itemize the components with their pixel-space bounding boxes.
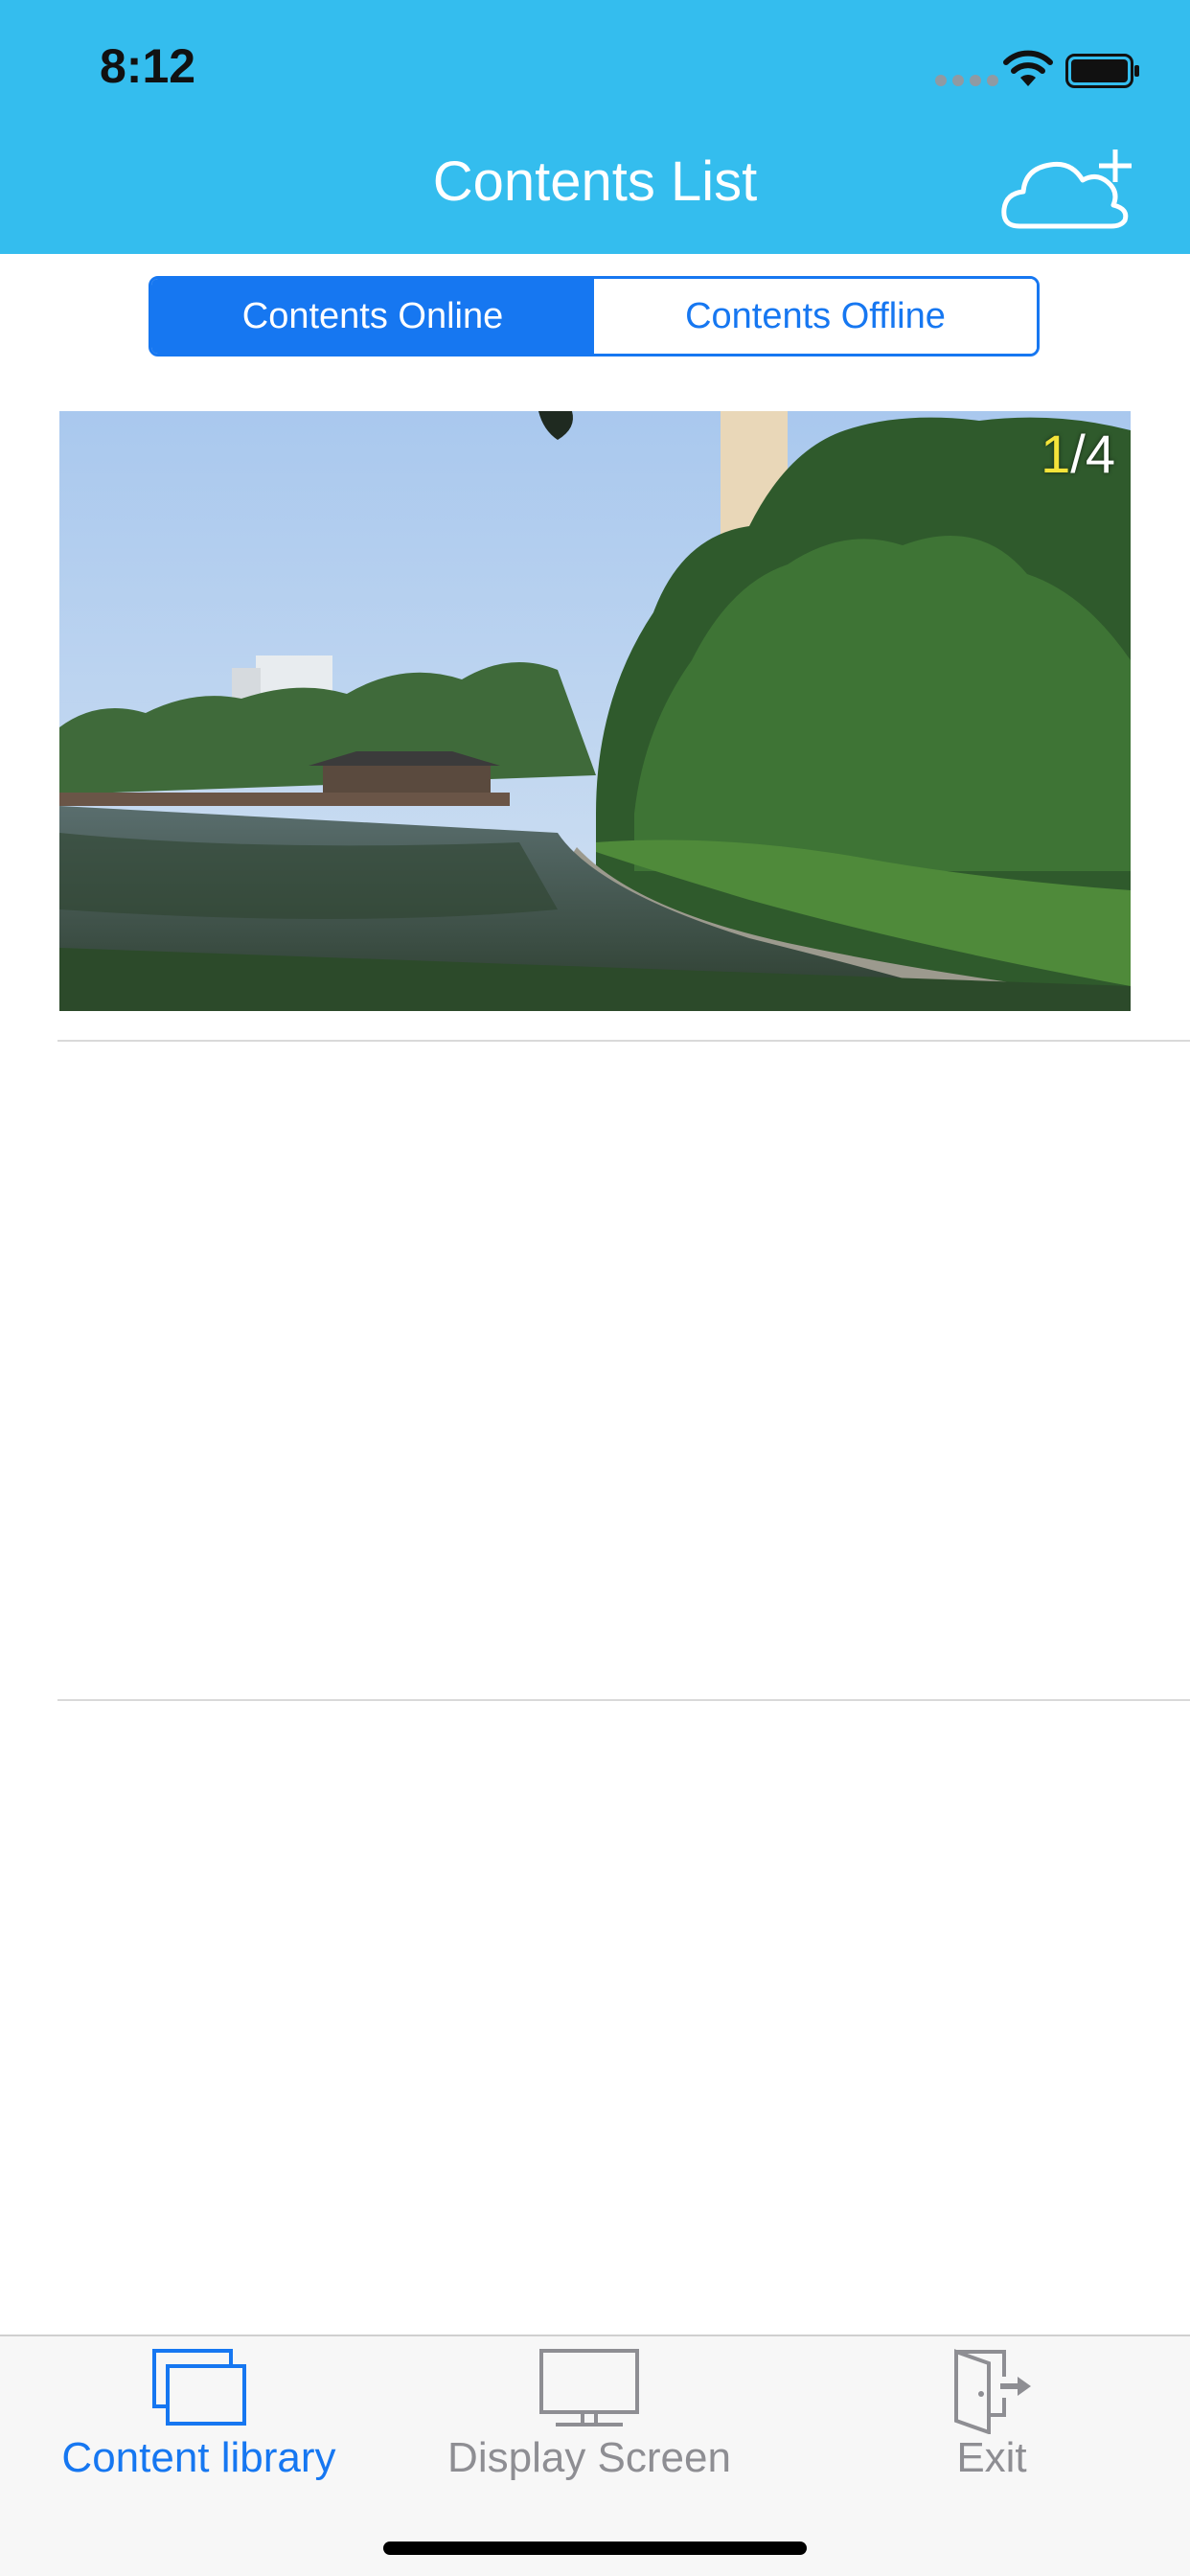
empty-content-row [0,1042,1190,1699]
counter-current: 1 [1041,424,1071,484]
park-lake-photo [59,411,1131,1011]
tab-label: Display Screen [447,2434,731,2481]
home-indicator [383,2542,807,2555]
exit-door-icon [954,2349,1031,2434]
monitor-icon [539,2349,639,2426]
tab-display-screen[interactable]: Display Screen [412,2336,767,2499]
cellular-signal-icon [935,75,998,86]
contents-source-segmented-control: Contents Online Contents Offline [149,276,1040,356]
navigation-header: 8:12 Contents List [0,0,1190,254]
tab-label: Exit [956,2434,1027,2481]
counter-total: /4 [1070,424,1115,484]
content-item-photo[interactable]: 1/4 [59,411,1131,1011]
content-library-icon [151,2349,246,2426]
app-screen: 8:12 Contents List Contents Online Conte… [0,0,1190,2576]
bottom-tab-bar: Content library Display Screen Exit [0,2334,1190,2576]
tab-exit[interactable]: Exit [843,2336,1140,2499]
wifi-icon [1003,50,1053,86]
segment-contents-offline[interactable]: Contents Offline [594,279,1037,354]
tab-content-library[interactable]: Content library [19,2336,378,2499]
status-time: 8:12 [100,39,196,93]
row-divider [57,1699,1190,1701]
battery-icon [1065,54,1139,88]
tab-label: Content library [61,2434,336,2481]
cloud-add-icon[interactable] [1000,148,1136,234]
segment-contents-online[interactable]: Contents Online [151,279,594,354]
image-page-counter: 1/4 [1041,423,1115,485]
